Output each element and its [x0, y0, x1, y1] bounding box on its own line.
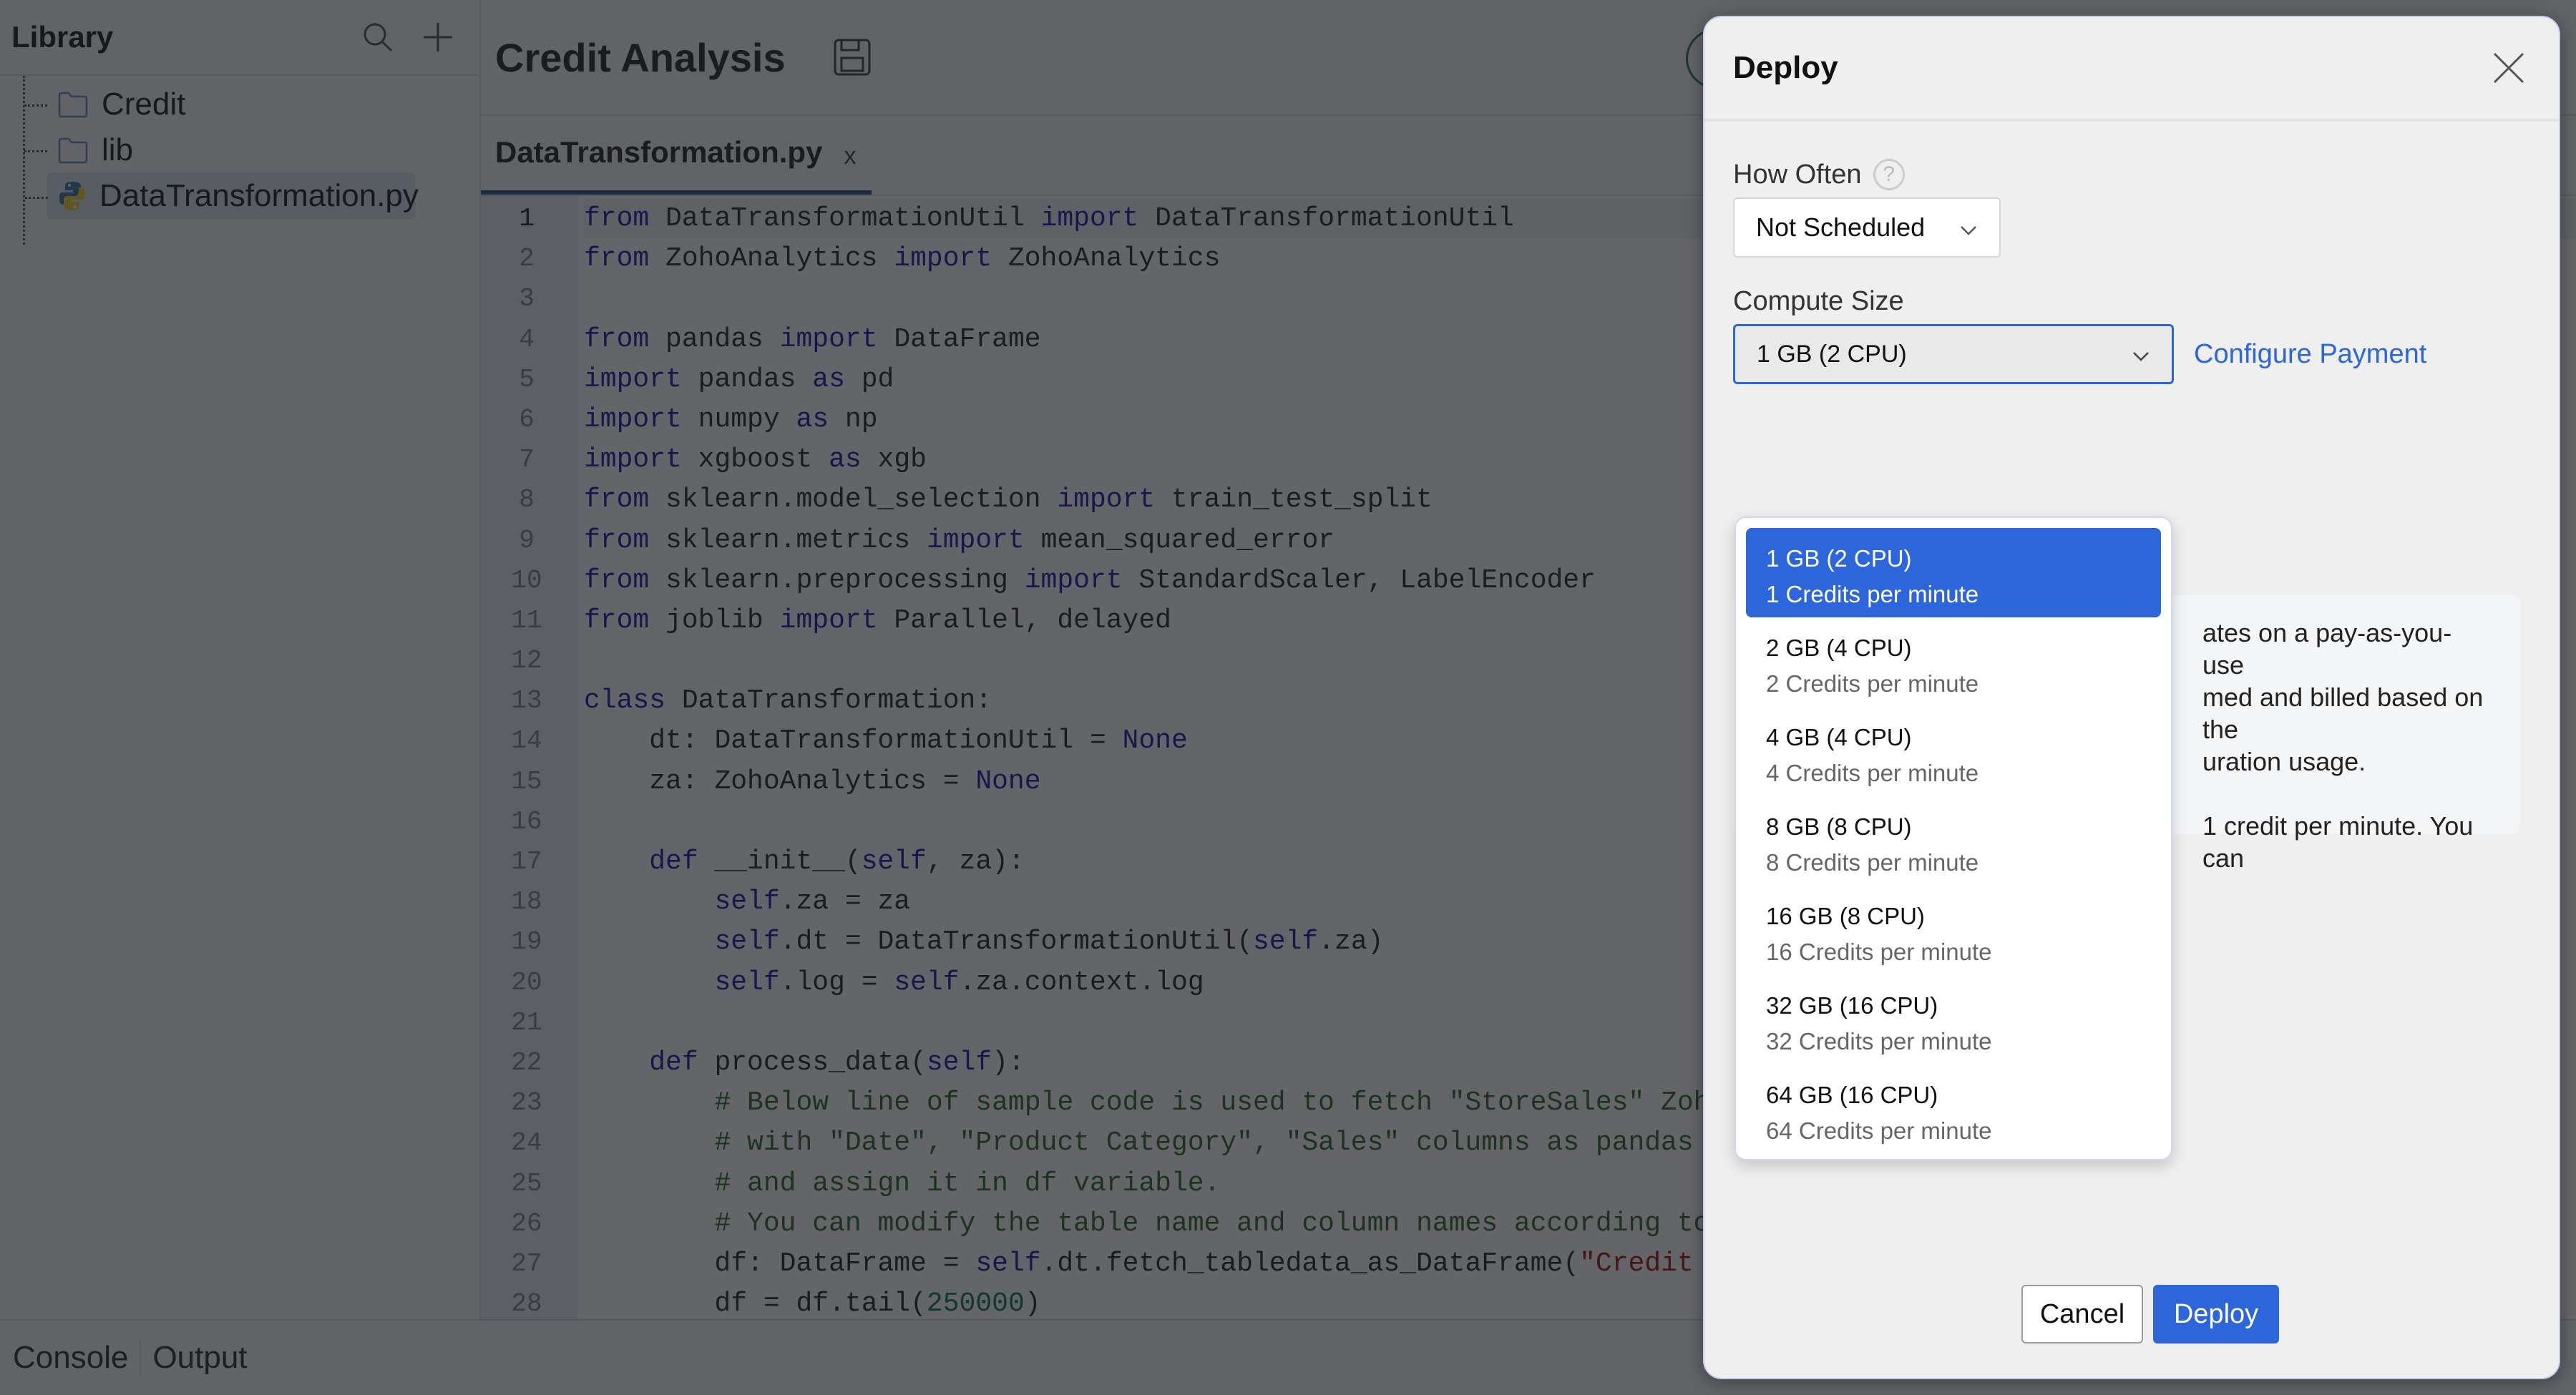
how-often-value: Not Scheduled: [1756, 212, 1926, 242]
option-title: 16 GB (8 CPU): [1766, 903, 1925, 929]
compute-size-row: 1 GB (2 CPU) Configure Payment: [1733, 324, 2530, 384]
how-often-label-row: How Often ?: [1733, 159, 2530, 190]
dialog-body: How Often ? Not Scheduled Compute Size 1…: [1704, 159, 2559, 1160]
compute-size-option[interactable]: 4 GB (4 CPU) 4 Credits per minute: [1746, 707, 2161, 796]
option-title: 64 GB (16 CPU): [1766, 1082, 1938, 1108]
option-credits: 8 Credits per minute: [1766, 849, 1979, 876]
how-often-select[interactable]: Not Scheduled: [1733, 197, 2001, 258]
compute-size-option[interactable]: 32 GB (16 CPU) 32 Credits per minute: [1746, 975, 2161, 1064]
chevron-down-icon: [1959, 212, 1978, 243]
compute-size-dropdown-list: 1 GB (2 CPU) 1 Credits per minute 2 GB (4 …: [1735, 517, 2172, 1160]
compute-size-select[interactable]: 1 GB (2 CPU): [1733, 324, 2174, 384]
cancel-button[interactable]: Cancel: [2021, 1285, 2143, 1343]
option-credits: 2 Credits per minute: [1766, 670, 1979, 697]
compute-size-option[interactable]: 2 GB (4 CPU) 2 Credits per minute: [1746, 617, 2161, 707]
option-title: 2 GB (4 CPU): [1766, 635, 1912, 661]
info-line: 1 credit per minute. You can: [2202, 811, 2474, 873]
compute-size-value: 1 GB (2 CPU): [1757, 340, 1907, 368]
how-often-label: How Often: [1733, 159, 1862, 190]
chevron-down-icon: [2132, 341, 2150, 368]
info-line: med and billed based on the: [2202, 682, 2484, 744]
compute-size-option[interactable]: 8 GB (8 CPU) 8 Credits per minute: [1746, 796, 2161, 886]
info-line: uration usage.: [2202, 747, 2366, 776]
info-line: ates on a pay-as-you-use: [2202, 618, 2452, 680]
compute-size-label: Compute Size: [1733, 286, 1904, 316]
option-title: 4 GB (4 CPU): [1766, 724, 1912, 750]
option-credits: 32 Credits per minute: [1766, 1028, 1992, 1054]
option-credits: 64 Credits per minute: [1766, 1117, 1992, 1144]
deploy-button[interactable]: Deploy: [2153, 1285, 2279, 1343]
option-title: 1 GB (2 CPU): [1766, 545, 1912, 572]
option-title: 32 GB (16 CPU): [1766, 992, 1938, 1019]
close-icon[interactable]: [2487, 46, 2530, 89]
compute-size-option[interactable]: 1 GB (2 CPU) 1 Credits per minute: [1746, 528, 2161, 617]
option-credits: 16 Credits per minute: [1766, 939, 1992, 965]
compute-size-option[interactable]: 64 GB (16 CPU) 64 Credits per minute: [1746, 1064, 2161, 1154]
dialog-footer: Cancel Deploy: [1704, 1285, 2559, 1343]
option-credits: 4 Credits per minute: [1766, 760, 1979, 786]
dialog-header: Deploy: [1704, 17, 2559, 122]
dialog-title: Deploy: [1733, 50, 1838, 85]
option-credits: 1 Credits per minute: [1766, 581, 1979, 607]
deploy-dialog: Deploy How Often ? Not Scheduled Compute…: [1703, 16, 2560, 1379]
option-title: 8 GB (8 CPU): [1766, 813, 1912, 840]
help-icon[interactable]: ?: [1873, 159, 1905, 190]
configure-payment-link[interactable]: Configure Payment: [2194, 339, 2426, 370]
compute-size-option[interactable]: 16 GB (8 CPU) 16 Credits per minute: [1746, 886, 2161, 975]
